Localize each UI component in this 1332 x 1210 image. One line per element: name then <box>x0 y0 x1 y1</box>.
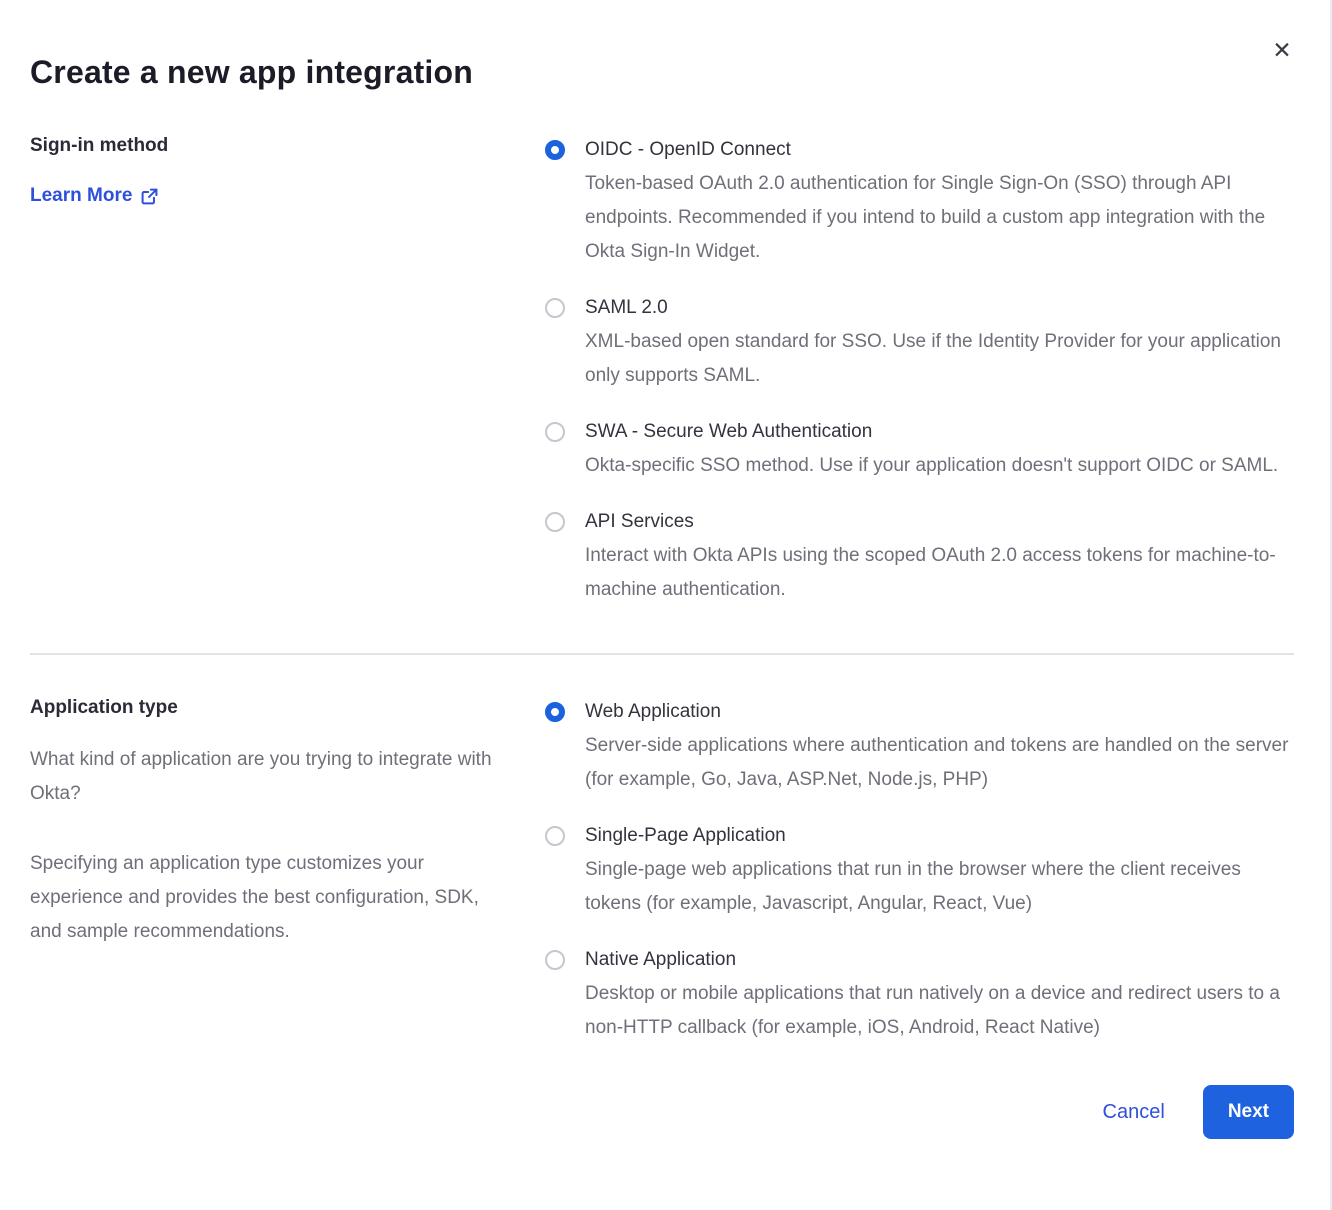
page-title: Create a new app integration <box>30 54 1294 91</box>
next-button[interactable]: Next <box>1203 1085 1294 1139</box>
external-link-icon <box>141 188 158 205</box>
radio-option-single-page-application[interactable]: Single-Page Application Single-page web … <box>545 819 1294 921</box>
radio-option-label[interactable]: OIDC - OpenID Connect <box>585 133 1294 167</box>
section-divider <box>30 653 1294 655</box>
radio-option-description: Desktop or mobile applications that run … <box>585 977 1294 1045</box>
radio-unselected-icon[interactable] <box>545 950 565 970</box>
learn-more-link[interactable]: Learn More <box>30 185 158 207</box>
radio-selected-icon[interactable] <box>545 702 565 722</box>
radio-option-native-application[interactable]: Native Application Desktop or mobile app… <box>545 943 1294 1045</box>
radio-unselected-icon[interactable] <box>545 512 565 532</box>
radio-unselected-icon[interactable] <box>545 298 565 318</box>
application-type-help-text: Specifying an application type customize… <box>30 847 515 949</box>
radio-option-description: Okta-specific SSO method. Use if your ap… <box>585 449 1278 483</box>
radio-option-label[interactable]: SWA - Secure Web Authentication <box>585 415 1278 449</box>
radio-option-api-services[interactable]: API Services Interact with Okta APIs usi… <box>545 505 1294 607</box>
radio-option-description: Server-side applications where authentic… <box>585 729 1294 797</box>
radio-selected-icon[interactable] <box>545 140 565 160</box>
radio-option-oidc[interactable]: OIDC - OpenID Connect Token-based OAuth … <box>545 133 1294 269</box>
radio-option-label[interactable]: Web Application <box>585 695 1294 729</box>
application-type-section: Application type What kind of applicatio… <box>30 695 1294 1045</box>
radio-option-description: Token-based OAuth 2.0 authentication for… <box>585 167 1294 269</box>
learn-more-label: Learn More <box>30 185 132 207</box>
application-type-left-column: Application type What kind of applicatio… <box>30 695 545 1045</box>
radio-option-description: Interact with Okta APIs using the scoped… <box>585 539 1294 607</box>
signin-method-options: OIDC - OpenID Connect Token-based OAuth … <box>545 133 1294 607</box>
radio-option-saml[interactable]: SAML 2.0 XML-based open standard for SSO… <box>545 291 1294 393</box>
radio-unselected-icon[interactable] <box>545 826 565 846</box>
radio-option-web-application[interactable]: Web Application Server-side applications… <box>545 695 1294 797</box>
radio-unselected-icon[interactable] <box>545 422 565 442</box>
radio-option-label[interactable]: API Services <box>585 505 1294 539</box>
dialog-footer: Cancel Next <box>30 1085 1294 1183</box>
radio-option-description: Single-page web applications that run in… <box>585 853 1294 921</box>
signin-method-section: Sign-in method Learn More <box>30 133 1294 607</box>
create-app-integration-dialog: ✕ Create a new app integration Sign-in m… <box>0 0 1332 1210</box>
radio-option-label[interactable]: SAML 2.0 <box>585 291 1294 325</box>
radio-option-swa[interactable]: SWA - Secure Web Authentication Okta-spe… <box>545 415 1294 483</box>
radio-option-label[interactable]: Single-Page Application <box>585 819 1294 853</box>
dialog-content: Create a new app integration Sign-in met… <box>0 0 1330 1183</box>
signin-method-label: Sign-in method <box>30 133 515 159</box>
application-type-question: What kind of application are you trying … <box>30 743 515 811</box>
radio-option-label[interactable]: Native Application <box>585 943 1294 977</box>
cancel-button[interactable]: Cancel <box>1103 1101 1165 1124</box>
application-type-options: Web Application Server-side applications… <box>545 695 1294 1045</box>
close-icon[interactable]: ✕ <box>1268 36 1296 64</box>
radio-option-description: XML-based open standard for SSO. Use if … <box>585 325 1294 393</box>
application-type-label: Application type <box>30 695 515 721</box>
signin-method-left-column: Sign-in method Learn More <box>30 133 545 607</box>
